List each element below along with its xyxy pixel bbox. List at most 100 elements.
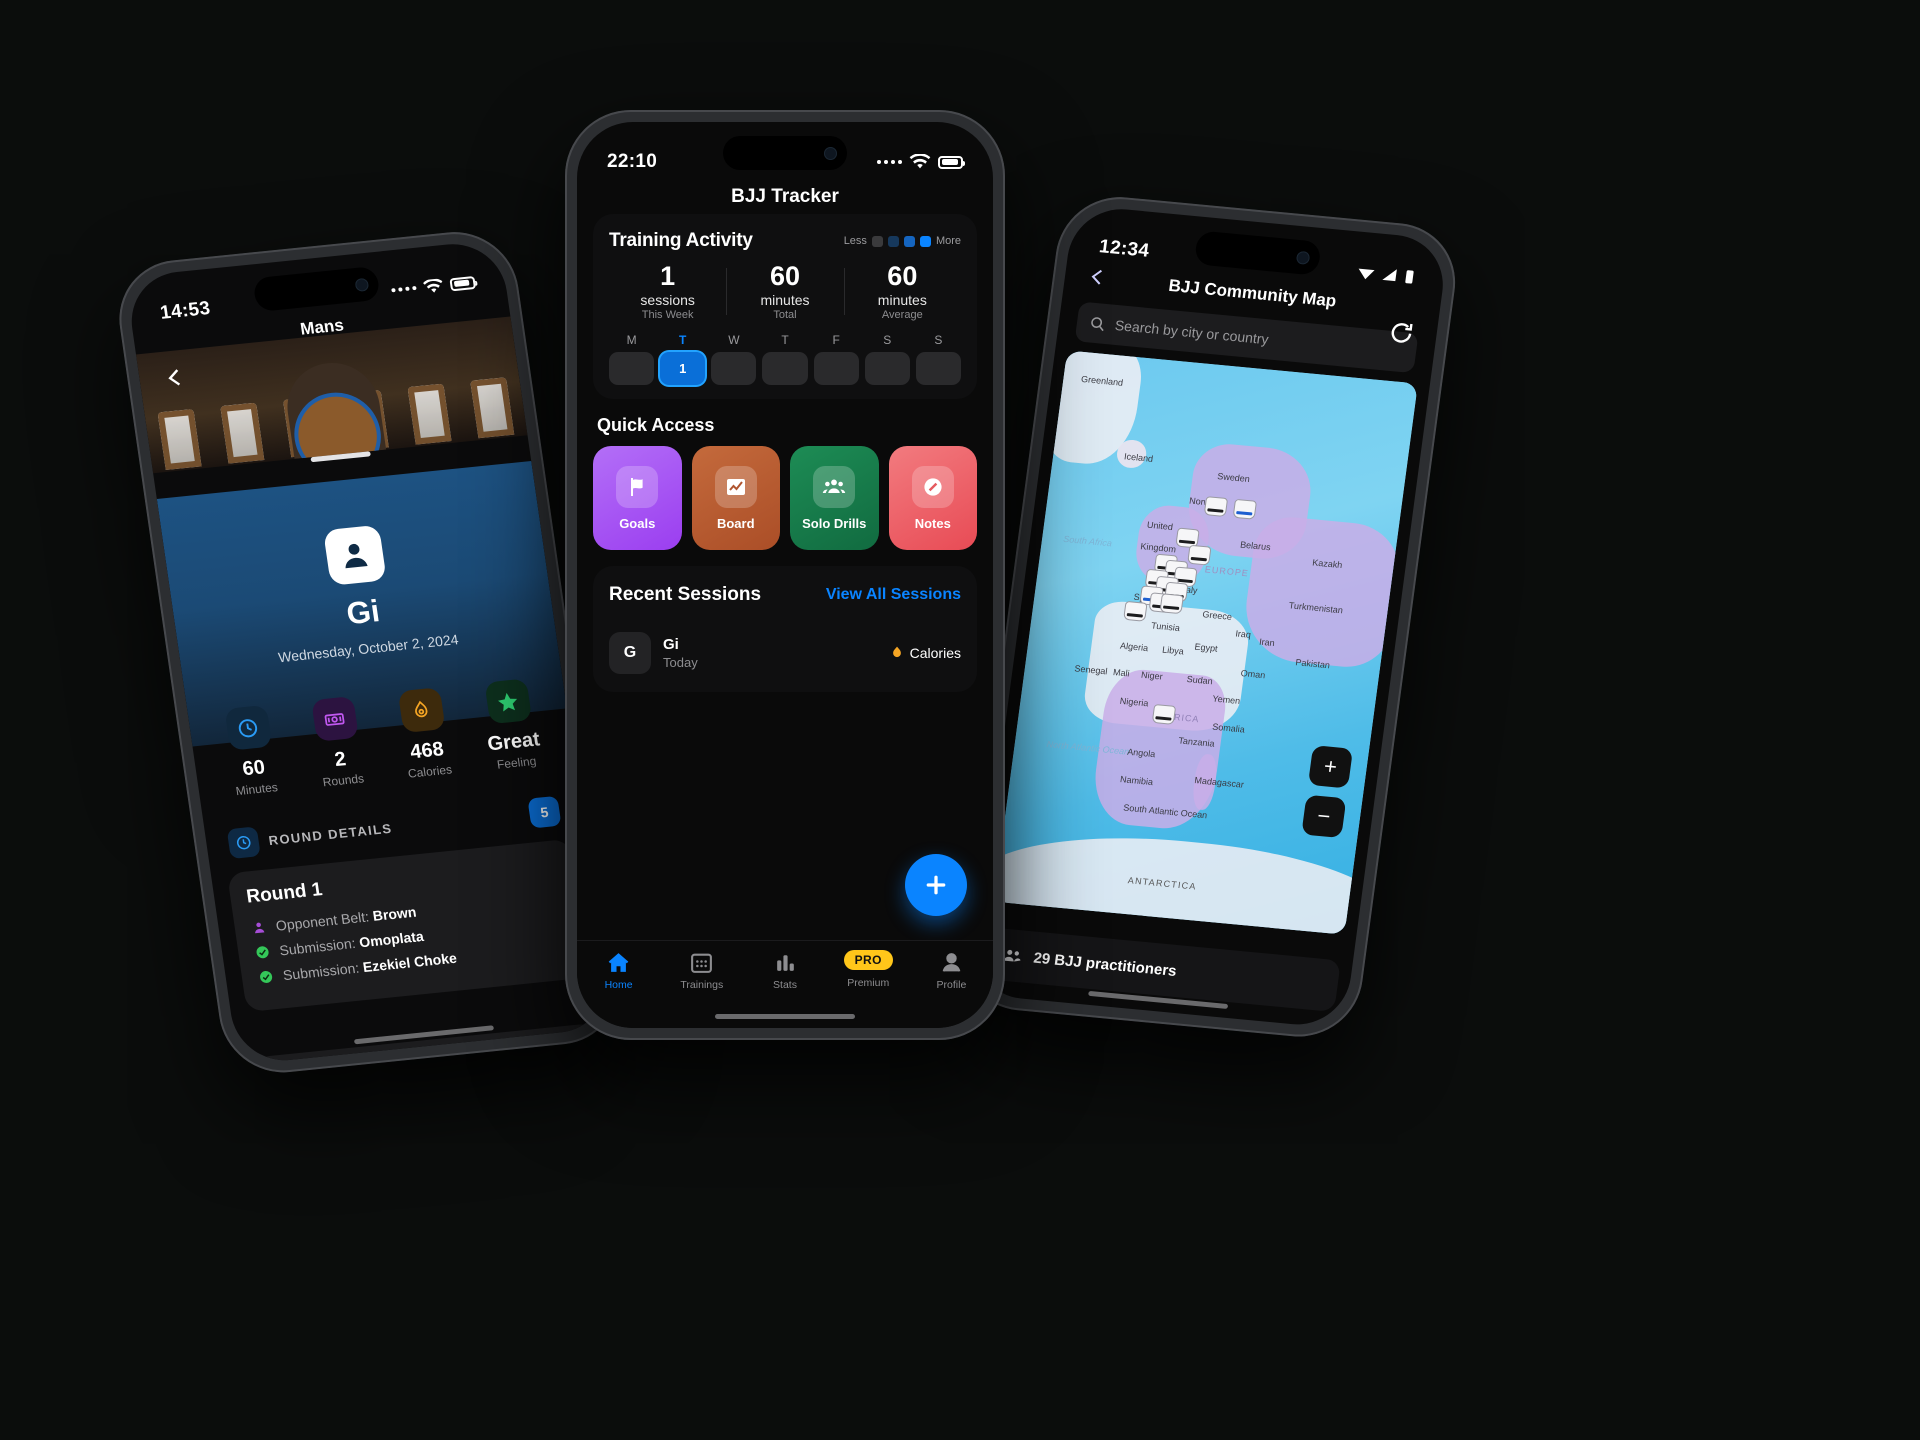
tab-home[interactable]: Home [577, 950, 660, 1028]
flag-icon [631, 477, 643, 496]
stat-calories[interactable]: 468 Calories [375, 685, 474, 783]
flame-icon [415, 700, 428, 717]
add-session-button[interactable] [905, 854, 967, 916]
weekday-cell [609, 352, 655, 386]
session-avatar [322, 524, 387, 586]
recent-sessions-title: Recent Sessions [609, 584, 762, 606]
world-map[interactable]: South Africa North Atlantic Ocean Greenl… [993, 350, 1418, 935]
weekday-tue[interactable]: T 1 [660, 333, 706, 386]
session-date: Today [663, 655, 698, 671]
weekday-label: T [679, 333, 687, 348]
session-list-item[interactable]: G Gi Today Calories [609, 632, 961, 675]
quick-access-board[interactable]: Board [691, 446, 780, 551]
quick-access-solo-drills[interactable]: Solo Drills [790, 446, 879, 551]
legend-swatch-2 [903, 235, 915, 247]
stat-feeling[interactable]: Great Feeling [461, 676, 560, 774]
refresh-button[interactable] [1386, 319, 1416, 352]
map-pin-gi[interactable] [1188, 546, 1211, 565]
weekday-cell [864, 352, 910, 386]
zoom-out-button[interactable]: − [1301, 794, 1347, 839]
training-activity-title: Training Activity [609, 230, 753, 251]
pro-badge: PRO [843, 950, 893, 970]
recent-sessions-card: Recent Sessions View All Sessions G Gi T… [593, 566, 977, 693]
map-pin-gi[interactable] [1205, 497, 1228, 517]
map-pin-gi[interactable] [1176, 528, 1199, 548]
flame-icon-chip [397, 687, 446, 734]
pencil-icon-wrap [911, 465, 954, 508]
stat-minutes[interactable]: 60 Minutes [202, 703, 301, 801]
weekday-label: M [626, 333, 637, 348]
star-icon [497, 692, 518, 711]
pencil-icon [924, 478, 942, 496]
status-time: 14:53 [158, 297, 212, 324]
quick-access-notes[interactable]: Notes [888, 446, 977, 551]
star-icon-chip [483, 678, 532, 725]
phone-center-home: 22:10 BJJ Tracker Training Activity Less [565, 110, 1005, 1040]
map-label: Libya [1161, 644, 1185, 657]
week-activity-row: M T 1 W T F S S [609, 333, 961, 386]
flame-icon [892, 647, 901, 658]
timer-icon-chip [226, 826, 261, 860]
weekday-label: F [832, 333, 840, 348]
weekday-wed[interactable]: W [711, 333, 757, 386]
search-placeholder: Search by city or country [1113, 316, 1270, 348]
stat-rounds[interactable]: 2 Rounds [288, 694, 387, 792]
landmass-asia [1239, 513, 1406, 671]
weekday-label: S [934, 333, 943, 348]
tab-profile[interactable]: Profile [910, 950, 993, 1028]
ring-icon-chip [310, 696, 359, 742]
round-details-header: ROUND DETAILS [226, 813, 395, 860]
battery-icon [938, 155, 965, 169]
map-pin-gi[interactable] [1160, 593, 1183, 613]
legend-less-label: Less [843, 235, 867, 247]
weekday-sat[interactable]: S [864, 333, 910, 386]
weekday-label: W [728, 333, 740, 348]
stat-sub: Total [773, 309, 797, 322]
quick-access-goals[interactable]: Goals [593, 446, 682, 551]
map-pin-gi[interactable] [1233, 500, 1256, 520]
legend-swatch-0 [871, 235, 883, 247]
weekday-mon[interactable]: M [609, 333, 655, 386]
weekday-cell: 1 [660, 352, 706, 386]
stat-minutes-total: 60 minutes Total [726, 262, 843, 321]
tile-label: Notes [914, 515, 951, 531]
stat-value: 60 [887, 261, 918, 291]
training-activity-card: Training Activity Less More 1 sessions T… [593, 214, 977, 400]
detail-value: Omoplata [358, 927, 425, 951]
practitioner-count: 29 BJJ practitioners [1032, 949, 1178, 980]
tile-label: Goals [619, 515, 656, 531]
status-time: 22:10 [607, 151, 658, 172]
tab-label: Home [604, 979, 633, 991]
stat-value: 60 [769, 261, 801, 291]
timer-icon [236, 835, 251, 850]
weekday-thu[interactable]: T [762, 333, 808, 386]
people-icon-wrap [813, 465, 856, 508]
calendar-icon [691, 953, 713, 973]
map-pin-gi[interactable] [1123, 601, 1146, 621]
chart-icon-wrap [714, 465, 757, 508]
quick-access-grid: Goals Board Solo Drills Notes [593, 446, 977, 551]
people-icon [823, 479, 846, 493]
chart-icon [726, 478, 745, 495]
tab-label: Stats [773, 979, 797, 991]
legend-swatch-3 [919, 235, 931, 247]
weekday-label: S [883, 333, 892, 348]
back-button[interactable] [162, 364, 188, 397]
zoom-in-button[interactable]: + [1307, 745, 1354, 789]
weekday-fri[interactable]: F [813, 333, 859, 386]
detail-label: Submission: [278, 934, 357, 959]
stat-unit: sessions [640, 292, 695, 309]
legend-more-label: More [935, 235, 961, 247]
signal-dots-icon [877, 160, 902, 164]
check-icon [260, 971, 273, 983]
quick-access-title: Quick Access [597, 415, 715, 436]
round-card[interactable]: Round 2 Opponent Belt: Black [253, 1022, 609, 1066]
stat-unit: minutes [760, 292, 810, 309]
dynamic-island [723, 136, 847, 170]
round-card[interactable]: Round 1 Opponent Belt: Brown Submission:… [226, 838, 590, 1013]
bars-icon [776, 955, 794, 971]
map-pin-gi[interactable] [1152, 704, 1175, 724]
weekday-sun[interactable]: S [915, 333, 961, 386]
view-all-sessions-link[interactable]: View All Sessions [826, 586, 961, 604]
clock-icon [238, 718, 258, 737]
